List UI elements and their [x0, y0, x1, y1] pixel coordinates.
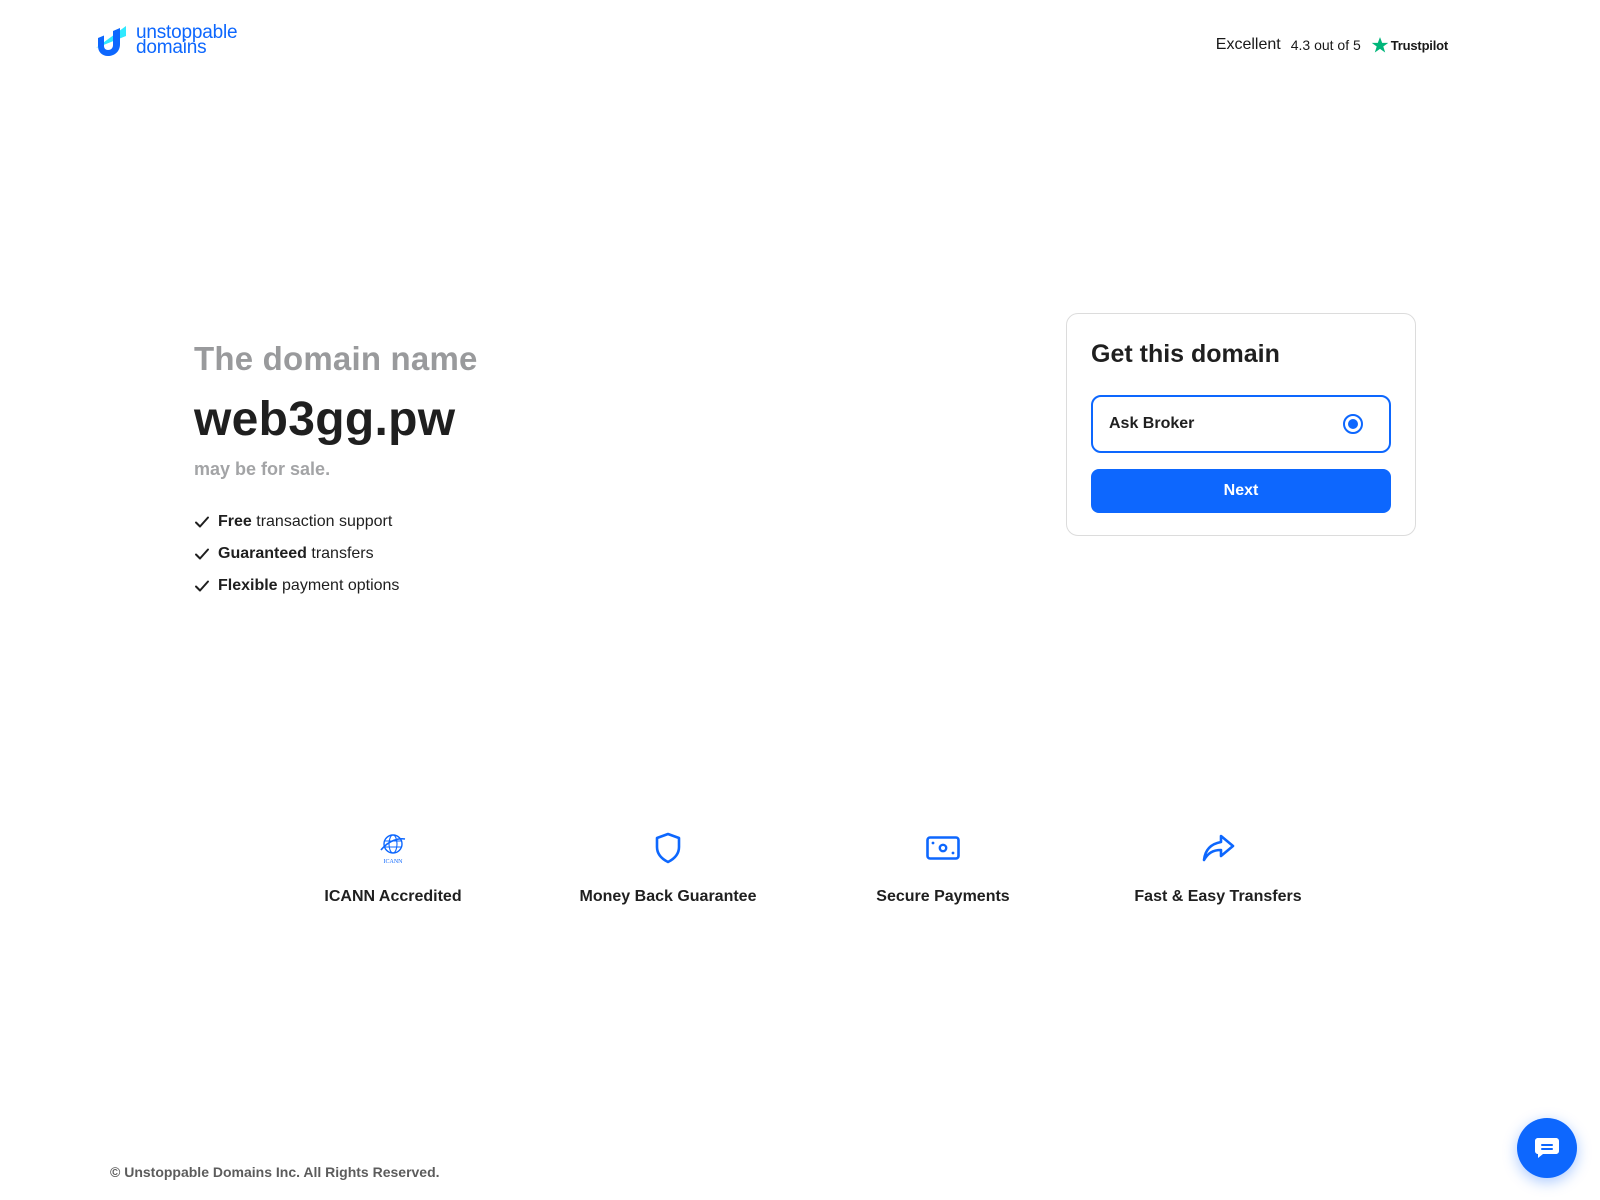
hero-eyebrow: The domain name: [194, 340, 478, 377]
domain-name-heading: web3gg.pw: [194, 393, 456, 446]
unstoppable-domains-logo-icon: [96, 26, 126, 56]
feature-list: Free transaction support Guaranteed tran…: [194, 506, 478, 602]
benefit-money-back: Money Back Guarantee: [538, 830, 798, 906]
feature-bold: Guaranteed: [218, 545, 307, 562]
chat-launcher-button[interactable]: [1517, 1118, 1577, 1178]
hero-subtitle: may be for sale.: [194, 459, 331, 479]
brand-logo[interactable]: unstoppable domains: [92, 22, 238, 58]
feature-item: Flexible payment options: [194, 570, 478, 602]
trustpilot-rating-word: Excellent: [1215, 36, 1281, 53]
checkmark-icon: [195, 580, 209, 592]
trustpilot-widget[interactable]: Excellent 4.3 out of 5 Trustpilot: [1216, 36, 1448, 54]
checkmark-icon: [195, 516, 209, 528]
copyright-text: © Unstoppable Domains Inc. All Rights Re…: [110, 1164, 440, 1180]
feature-bold: Free: [218, 513, 252, 530]
trustpilot-brand: Trustpilot: [1371, 36, 1448, 54]
icann-caption: ICANN: [384, 859, 404, 865]
benefit-title: Secure Payments: [876, 888, 1010, 905]
benefit-fast-transfers: Fast & Easy Transfers: [1088, 830, 1348, 906]
feature-text: Guaranteed transfers: [218, 545, 374, 563]
feature-text: Free transaction support: [218, 513, 392, 531]
trustpilot-star-icon: [1371, 37, 1389, 53]
benefit-title: Money Back Guarantee: [579, 888, 757, 905]
feature-rest: transfers: [306, 545, 374, 562]
benefit-title: Fast & Easy Transfers: [1134, 888, 1302, 905]
feature-bold: Flexible: [218, 577, 278, 594]
feature-rest: transaction support: [251, 513, 393, 530]
cash-icon: [926, 836, 960, 860]
checkmark-icon: [195, 548, 209, 560]
trustpilot-brand-label: Trustpilot: [1390, 37, 1448, 53]
benefit-icann: ICANN ICANN Accredited: [263, 830, 523, 906]
feature-text: Flexible payment options: [218, 577, 399, 595]
benefit-title: ICANN Accredited: [324, 888, 462, 905]
feature-item: Free transaction support: [194, 506, 478, 538]
logo-wordmark: unstoppable domains: [136, 23, 238, 57]
feature-item: Guaranteed transfers: [194, 538, 478, 570]
card-title: Get this domain: [1091, 340, 1280, 368]
benefit-secure-payments: Secure Payments: [813, 830, 1073, 906]
radio-selected-icon[interactable]: [1343, 414, 1363, 434]
next-button[interactable]: Next: [1091, 469, 1391, 513]
hero-section: The domain name web3gg.pw may be for sal…: [194, 340, 478, 602]
ask-broker-option[interactable]: Ask Broker: [1091, 395, 1391, 453]
icann-logo-icon: ICANN: [380, 834, 406, 865]
trustpilot-score: 4.3 out of 5: [1290, 37, 1361, 53]
chat-bubble-icon: [1535, 1138, 1559, 1158]
shield-icon: [655, 832, 681, 864]
option-label: Ask Broker: [1109, 415, 1195, 432]
get-domain-card: Get this domain Ask Broker Next: [1066, 313, 1416, 536]
share-arrow-icon: [1202, 834, 1235, 862]
feature-rest: payment options: [277, 577, 400, 594]
